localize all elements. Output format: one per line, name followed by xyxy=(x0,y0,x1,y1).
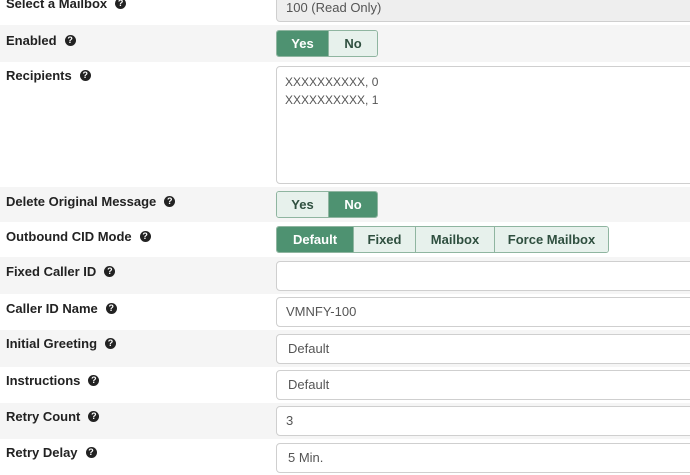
fixed-caller-id-label: Fixed Caller ID ? xyxy=(6,264,116,279)
help-icon[interactable]: ? xyxy=(64,35,76,46)
mailbox-row: Select a Mailbox ? 100 (Read Only) xyxy=(0,0,690,25)
recipients-row: Recipients ? XXXXXXXXXX, 0 XXXXXXXXXX, 1 xyxy=(0,62,690,187)
enabled-row: Enabled ? Yes No xyxy=(0,25,690,62)
help-icon[interactable]: ? xyxy=(79,70,91,81)
outbound-cid-row: Outbound CID Mode ? Default Fixed Mailbo… xyxy=(0,222,690,257)
help-icon[interactable]: ? xyxy=(164,196,176,207)
retry-count-label: Retry Count ? xyxy=(6,409,100,424)
retry-delay-row: Retry Delay ? 5 Min. xyxy=(0,439,690,475)
recipients-label: Recipients ? xyxy=(6,68,91,83)
help-icon[interactable]: ? xyxy=(88,411,100,422)
instructions-label: Instructions ? xyxy=(6,373,100,388)
delete-original-yes-button[interactable]: Yes xyxy=(277,192,329,217)
caller-id-name-row: Caller ID Name ? VMNFY-100 xyxy=(0,294,690,330)
help-icon[interactable]: ? xyxy=(105,303,117,314)
instructions-select[interactable]: Default xyxy=(276,370,690,400)
caller-id-name-input[interactable]: VMNFY-100 xyxy=(276,297,690,327)
recipient-line: XXXXXXXXXX, 1 xyxy=(285,93,379,107)
retry-count-row: Retry Count ? 3 xyxy=(0,403,690,439)
cid-force-mailbox-button[interactable]: Force Mailbox xyxy=(495,227,608,252)
help-icon[interactable]: ? xyxy=(85,447,97,458)
delete-original-no-button[interactable]: No xyxy=(329,192,377,217)
initial-greeting-label: Initial Greeting ? xyxy=(6,336,117,351)
cid-mailbox-button[interactable]: Mailbox xyxy=(416,227,495,252)
help-icon[interactable]: ? xyxy=(88,375,100,386)
caller-id-name-label: Caller ID Name ? xyxy=(6,301,117,316)
delete-original-toggle: Yes No xyxy=(276,191,378,218)
cid-default-button[interactable]: Default xyxy=(277,227,354,252)
enabled-yes-button[interactable]: Yes xyxy=(277,31,329,56)
enabled-no-button[interactable]: No xyxy=(329,31,377,56)
help-icon[interactable]: ? xyxy=(104,266,116,277)
mailbox-label: Select a Mailbox ? xyxy=(6,0,127,11)
recipients-textarea[interactable]: XXXXXXXXXX, 0 XXXXXXXXXX, 1 xyxy=(276,66,690,184)
instructions-row: Instructions ? Default xyxy=(0,367,690,403)
retry-delay-select[interactable]: 5 Min. xyxy=(276,443,690,473)
mailbox-field: 100 (Read Only) xyxy=(276,0,690,22)
delete-original-row: Delete Original Message ? Yes No xyxy=(0,187,690,222)
retry-delay-label: Retry Delay ? xyxy=(6,445,97,460)
enabled-toggle: Yes No xyxy=(276,30,378,57)
retry-count-select[interactable]: 3 xyxy=(276,406,690,436)
outbound-cid-label: Outbound CID Mode ? xyxy=(6,229,151,244)
help-icon[interactable]: ? xyxy=(105,338,117,349)
recipient-line: XXXXXXXXXX, 0 xyxy=(285,75,379,89)
initial-greeting-row: Initial Greeting ? Default xyxy=(0,330,690,367)
fixed-caller-id-input[interactable] xyxy=(276,261,690,291)
fixed-caller-id-row: Fixed Caller ID ? xyxy=(0,257,690,294)
help-icon[interactable]: ? xyxy=(139,231,151,242)
help-icon[interactable]: ? xyxy=(115,0,127,9)
delete-original-label: Delete Original Message ? xyxy=(6,194,176,209)
cid-fixed-button[interactable]: Fixed xyxy=(354,227,416,252)
enabled-label: Enabled ? xyxy=(6,33,76,48)
outbound-cid-toggle: Default Fixed Mailbox Force Mailbox xyxy=(276,226,609,253)
initial-greeting-select[interactable]: Default xyxy=(276,334,690,364)
